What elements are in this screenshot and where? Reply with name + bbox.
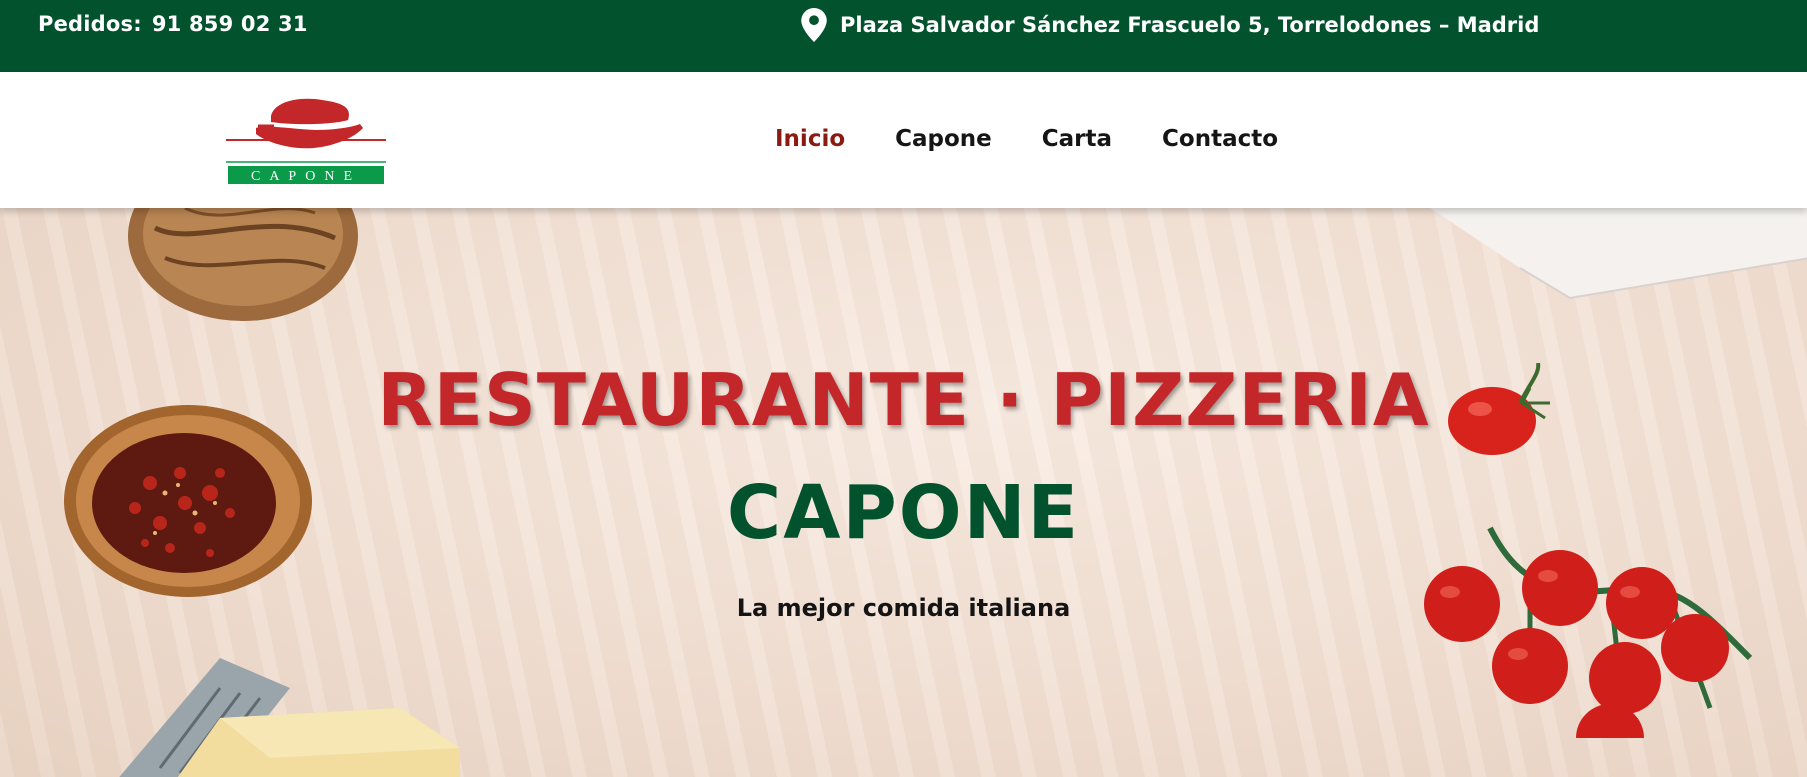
wooden-bowl-image	[128, 208, 358, 321]
capone-logo[interactable]: CAPONE	[226, 94, 386, 186]
nav-item-carta[interactable]: Carta	[1042, 126, 1112, 152]
site-header: CAPONE Inicio Capone Carta Contacto	[0, 72, 1807, 208]
napkin-image	[1430, 208, 1807, 300]
top-bar: Pedidos: 91 859 02 31 Plaza Salvador Sánc…	[0, 0, 1807, 72]
orders-phone[interactable]: Pedidos: 91 859 02 31	[38, 12, 308, 36]
nav-item-capone[interactable]: Capone	[895, 126, 992, 152]
hero-section: RESTAURANTE · PIZZERIA CAPONE La mejor c…	[0, 208, 1807, 777]
hat-logo-icon: CAPONE	[226, 98, 386, 184]
address-text: Plaza Salvador Sánchez Frascuelo 5, Torr…	[840, 13, 1540, 37]
main-nav: Inicio Capone Carta Contacto	[775, 126, 1278, 152]
logo-text: CAPONE	[251, 169, 361, 184]
hero-subtitle: CAPONE	[726, 470, 1081, 556]
nav-item-inicio[interactable]: Inicio	[775, 126, 845, 152]
orders-phone-number[interactable]: 91 859 02 31	[152, 12, 308, 36]
map-pin-icon	[801, 8, 827, 42]
orders-label: Pedidos:	[38, 12, 142, 36]
hero-title: RESTAURANTE · PIZZERIA	[377, 358, 1430, 442]
cheese-grater-image	[119, 658, 460, 777]
address: Plaza Salvador Sánchez Frascuelo 5, Torr…	[800, 8, 1539, 42]
nav-item-contacto[interactable]: Contacto	[1162, 126, 1278, 152]
hero-tagline: La mejor comida italiana	[736, 594, 1071, 622]
